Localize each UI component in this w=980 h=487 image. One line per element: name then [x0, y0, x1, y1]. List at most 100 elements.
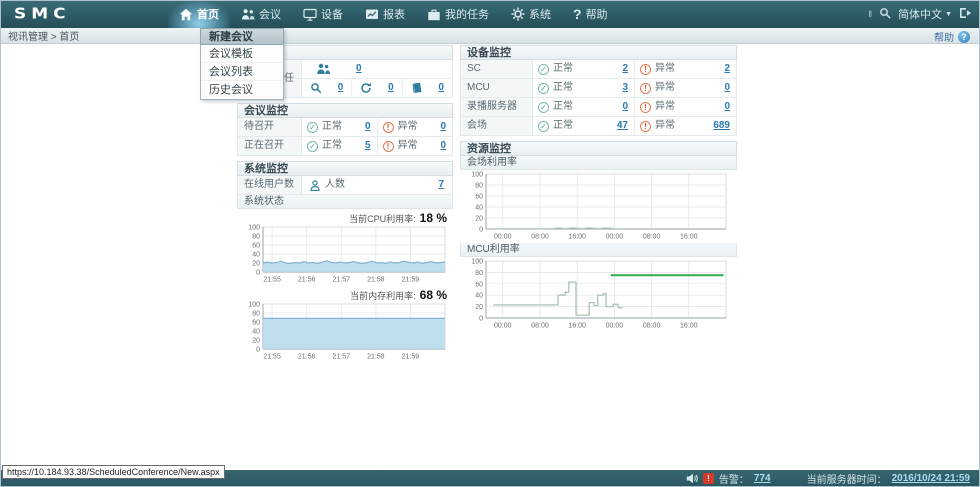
abnormal-count-link[interactable]: 689: [713, 117, 730, 135]
normal-status-cell: ✓ 正常 3: [533, 79, 634, 97]
device-row-sc: SC ✓ 正常 2 ! 异常 2: [460, 60, 737, 79]
logout-icon[interactable]: [959, 7, 972, 22]
abnormal-count-link[interactable]: 0: [724, 98, 730, 116]
alarm-count-link[interactable]: 774: [754, 473, 771, 484]
svg-text:16:00: 16:00: [680, 323, 698, 330]
normal-count-link[interactable]: 0: [622, 98, 628, 116]
device-row-mcu: MCU ✓ 正常 3 ! 异常 0: [460, 79, 737, 98]
abnormal-status-cell: ! 异常 0: [377, 137, 453, 155]
normal-count-link[interactable]: 5: [365, 137, 371, 155]
device-row-sites: 会场 ✓ 正常 47 ! 异常 689: [460, 117, 737, 136]
server-time-link[interactable]: 2016/10/24 21:59: [892, 473, 970, 484]
abnormal-count-link[interactable]: 0: [724, 79, 730, 97]
server-time-label: 当前服务器时间：: [807, 471, 887, 486]
svg-text:20: 20: [475, 304, 483, 311]
normal-count-link[interactable]: 2: [622, 60, 628, 78]
svg-text:80: 80: [252, 311, 260, 318]
svg-text:20: 20: [252, 261, 260, 268]
nav-my-tasks[interactable]: 我的任务: [416, 0, 500, 28]
help-icon: ?: [958, 31, 970, 43]
meeting-monitor-title: 会议监控: [237, 103, 453, 118]
cpu-usage-chart: 02040608010021:5521:5621:5721:5821:59: [239, 224, 451, 284]
pending-count-link[interactable]: 0: [338, 79, 344, 97]
svg-text:21:59: 21:59: [402, 277, 420, 284]
normal-status-cell: ✓ 正常 0: [533, 98, 634, 116]
abnormal-status-cell: ! 异常 0: [377, 118, 453, 136]
right-column: 设备监控 SC ✓ 正常 2 ! 异常 2 MCU: [460, 45, 737, 335]
resource-monitor-title: 资源监控: [460, 141, 737, 156]
online-users-count-link[interactable]: 7: [438, 176, 444, 194]
abnormal-count-link[interactable]: 0: [440, 118, 446, 136]
svg-text:80: 80: [475, 183, 483, 190]
svg-text:60: 60: [252, 320, 260, 327]
svg-text:0: 0: [479, 227, 483, 234]
normal-count-link[interactable]: 47: [617, 117, 628, 135]
svg-text:40: 40: [475, 205, 483, 212]
speaker-icon[interactable]: [686, 473, 698, 484]
svg-text:100: 100: [471, 172, 483, 179]
svg-text:21:57: 21:57: [332, 354, 350, 361]
alarm-label: 告警：: [719, 471, 749, 486]
meeting-row-ongoing: 正在召开 ✓ 正常 5 ! 异常 0: [237, 137, 453, 156]
language-selector[interactable]: 简体中文 ▼: [898, 6, 952, 22]
menu-item-meeting-template[interactable]: 会议模板: [201, 45, 283, 63]
notebook-icon: [411, 82, 423, 94]
nav-report[interactable]: 报表: [354, 0, 416, 28]
menu-item-new-meeting[interactable]: 新建会议: [200, 28, 284, 45]
meeting-row-upcoming: 待召开 ✓ 正常 0 ! 异常 0: [237, 118, 453, 137]
pending-count-link[interactable]: 0: [388, 79, 394, 97]
svg-text:80: 80: [252, 234, 260, 241]
person-icon: [310, 180, 320, 191]
menu-item-meeting-list[interactable]: 会议列表: [201, 63, 283, 81]
svg-text:21:55: 21:55: [263, 354, 281, 361]
check-circle-icon: ✓: [538, 121, 549, 132]
normal-count-link[interactable]: 3: [622, 79, 628, 97]
nav-help[interactable]: ? 帮助: [562, 0, 619, 28]
abnormal-count-link[interactable]: 2: [724, 60, 730, 78]
device-monitor-panel: 设备监控 SC ✓ 正常 2 ! 异常 2 MCU: [460, 45, 737, 136]
resource-monitor-panel: 资源监控 会场利用率 02040608010000:0008:0016:0000…: [460, 141, 737, 330]
nav-home[interactable]: 首页: [168, 0, 230, 28]
help-link[interactable]: 帮助 ?: [934, 29, 970, 44]
svg-text:0: 0: [479, 316, 483, 323]
smc-homepage: SMC 首页 会议 设备 报表 我的任务: [0, 0, 980, 487]
svg-text:16:00: 16:00: [568, 323, 586, 330]
chevron-down-icon: ▼: [945, 11, 952, 18]
search-icon[interactable]: [879, 7, 891, 22]
abnormal-count-link[interactable]: 0: [440, 137, 446, 155]
url-tooltip: https://10.184.93.38/ScheduledConference…: [2, 465, 225, 479]
cpu-usage-value: 18 %: [420, 211, 447, 225]
approval-count-link[interactable]: 0: [356, 60, 362, 78]
normal-status-cell: ✓ 正常 5: [302, 137, 377, 155]
meeting-dropdown-menu: 新建会议 会议模板 会议列表 历史会议: [200, 28, 284, 100]
device-row-recording-server: 录播服务器 ✓ 正常 0 ! 异常 0: [460, 98, 737, 117]
svg-text:60: 60: [475, 194, 483, 201]
alert-circle-icon: !: [640, 102, 651, 113]
pending-refresh-group: 0: [351, 79, 401, 97]
check-circle-icon: ✓: [538, 102, 549, 113]
site-usage-subheader: 会场利用率: [460, 156, 737, 170]
abnormal-status-cell: ! 异常 2: [634, 60, 736, 78]
alert-circle-icon: !: [383, 141, 394, 152]
svg-text:40: 40: [252, 329, 260, 336]
nav-meeting[interactable]: 会议: [230, 0, 292, 28]
nav-device[interactable]: 设备: [292, 0, 354, 28]
svg-text:21:58: 21:58: [367, 277, 385, 284]
check-circle-icon: ✓: [538, 64, 549, 75]
nav-system[interactable]: 系统: [500, 0, 562, 28]
normal-status-cell: ✓ 正常 0: [302, 118, 377, 136]
online-users-row: 在线用户数 人数 7: [237, 176, 453, 195]
svg-text:0: 0: [256, 270, 260, 277]
smc-logo: SMC: [14, 5, 71, 23]
svg-text:21:56: 21:56: [298, 354, 316, 361]
menu-item-meeting-history[interactable]: 历史会议: [201, 81, 283, 99]
normal-count-link[interactable]: 0: [365, 118, 371, 136]
svg-text:08:00: 08:00: [643, 323, 661, 330]
top-bar: SMC 首页 会议 设备 报表 我的任务: [0, 0, 980, 28]
svg-text:16:00: 16:00: [568, 234, 586, 241]
svg-text:100: 100: [248, 302, 260, 309]
pending-count-link[interactable]: 0: [438, 79, 444, 97]
abnormal-status-cell: ! 异常 0: [634, 79, 736, 97]
collapse-handle-icon[interactable]: ‖: [868, 9, 872, 19]
mcu-usage-chart: 02040608010000:0008:0016:0000:0008:0016:…: [462, 258, 732, 330]
